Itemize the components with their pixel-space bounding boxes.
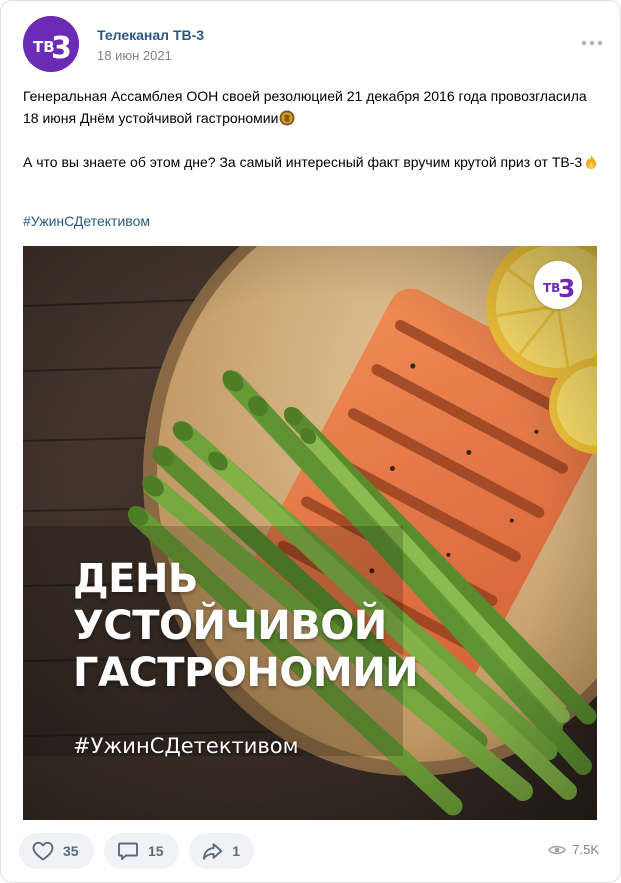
post-actions: 35 15 1 7.5K [19, 833, 603, 869]
author-name-link[interactable]: Телеканал ТВ-3 [97, 27, 204, 43]
post-photo[interactable]: ТВ 3 ДЕНЬ УСТОЙЧИВОЙ ГАСТРОНОМИИ #УжинСД… [23, 246, 597, 820]
heart-icon [32, 841, 54, 861]
more-dots-icon[interactable] [581, 38, 603, 48]
photo-headline: ДЕНЬ УСТОЙЧИВОЙ ГАСТРОНОМИИ [73, 556, 419, 697]
headline-line-3: ГАСТРОНОМИИ [73, 650, 419, 696]
tv3-logo-icon: ТВ 3 [23, 16, 79, 72]
svg-text:3: 3 [51, 31, 72, 66]
views-counter: 7.5K [548, 842, 599, 857]
post-paragraph-2: А что вы знаете об этом дне? За самый ин… [23, 151, 603, 173]
post-header: ТВ 3 Телеканал ТВ-3 18 июн 2021 [23, 16, 603, 74]
globe-food-emoji-icon [279, 110, 295, 126]
like-count: 35 [63, 843, 79, 859]
post-date[interactable]: 18 июн 2021 [97, 48, 172, 63]
views-count: 7.5K [572, 842, 599, 857]
post-text: Генеральная Ассамблея ООН своей резолюци… [23, 85, 603, 195]
headline-line-1: ДЕНЬ [73, 556, 198, 602]
photo-hashtag: #УжинСДетективом [73, 734, 299, 758]
headline-line-2: УСТОЙЧИВОЙ [73, 603, 387, 649]
post-card: ТВ 3 Телеканал ТВ-3 18 июн 2021 Генераль… [0, 0, 621, 883]
post-paragraph-1: Генеральная Ассамблея ООН своей резолюци… [23, 85, 603, 129]
comment-icon [118, 842, 138, 860]
share-button[interactable]: 1 [189, 833, 254, 869]
comment-button[interactable]: 15 [104, 833, 179, 869]
eye-icon [548, 845, 567, 854]
fire-emoji-icon [586, 155, 597, 169]
photo-tv3-logo-icon: ТВ 3 [534, 261, 582, 309]
comment-count: 15 [148, 843, 164, 859]
post-hashtag-link[interactable]: #УжинСДетективом [23, 213, 150, 229]
share-count: 1 [232, 843, 240, 859]
post-paragraph-2-text: А что вы знаете об этом дне? За самый ин… [23, 154, 583, 170]
svg-text:3: 3 [558, 274, 575, 303]
like-button[interactable]: 35 [19, 833, 94, 869]
post-paragraph-1-text: Генеральная Ассамблея ООН своей резолюци… [23, 88, 587, 126]
avatar[interactable]: ТВ 3 [23, 16, 79, 72]
share-icon [202, 843, 223, 860]
